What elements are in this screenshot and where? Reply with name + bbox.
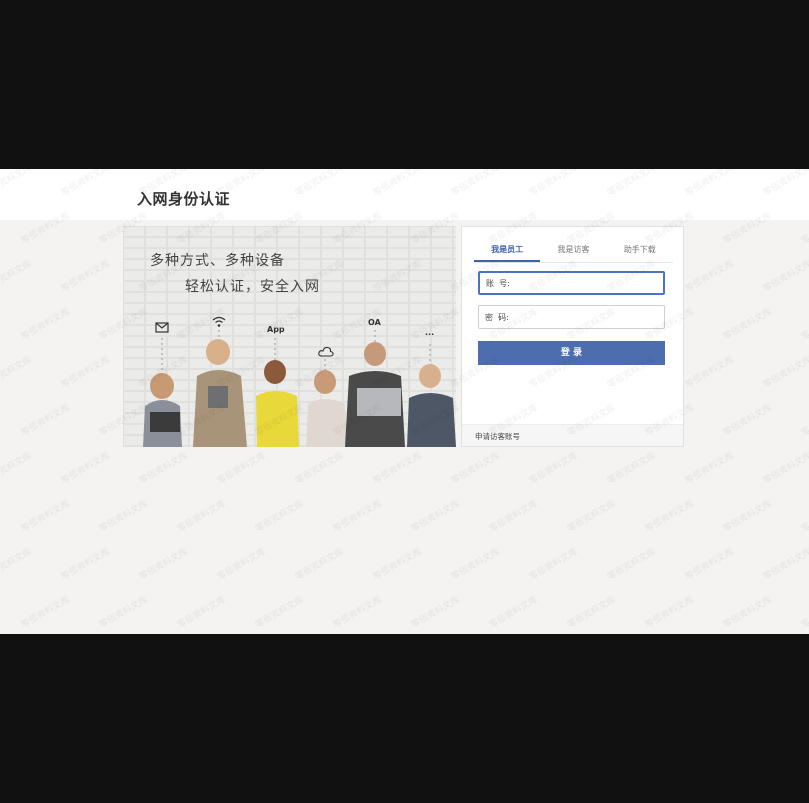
watermark-text: 零佰资料文库 [59, 546, 112, 583]
oa-label: OA [368, 318, 381, 327]
watermark-text: 零佰资料文库 [371, 546, 424, 583]
watermark-text: 零佰资料文库 [19, 594, 72, 631]
watermark-text: 零佰资料文库 [799, 594, 809, 631]
watermark-text: 零佰资料文库 [409, 594, 462, 631]
header: 入网身份认证 [0, 169, 809, 220]
watermark-text: 零佰资料文库 [605, 450, 658, 487]
watermark-text: 零佰资料文库 [409, 498, 462, 535]
wifi-icon [212, 316, 226, 327]
watermark-text: 零佰资料文库 [215, 450, 268, 487]
watermark-text: 零佰资料文库 [175, 498, 228, 535]
watermark-text: 零佰资料文库 [721, 498, 774, 535]
watermark-text: 零佰资料文库 [59, 450, 112, 487]
watermark-text: 零佰资料文库 [683, 258, 736, 295]
watermark-text: 零佰资料文库 [97, 498, 150, 535]
watermark-text: 零佰资料文库 [643, 594, 696, 631]
screenshot-frame: 入网身份认证 多种方式、多种设备 轻松认证，安全入网 App OA ··· 我是… [0, 169, 809, 634]
watermark-text: 零佰资料文库 [799, 402, 809, 439]
account-input[interactable] [509, 273, 663, 293]
tab-visitor[interactable]: 我是访客 [540, 241, 606, 262]
watermark-text: 零佰资料文库 [683, 450, 736, 487]
watermark-text: 零佰资料文库 [19, 498, 72, 535]
more-label: ··· [425, 330, 435, 339]
watermark-text: 零佰资料文库 [59, 258, 112, 295]
password-input[interactable] [508, 306, 664, 328]
login-panel-footer: 申请访客账号 [462, 424, 683, 446]
watermark-text: 零佰资料文库 [253, 594, 306, 631]
watermark-text: 零佰资料文库 [565, 594, 618, 631]
hero-slogan-line1: 多种方式、多种设备 [150, 253, 285, 269]
watermark-text: 零佰资料文库 [253, 498, 306, 535]
hero-slogan-line2: 轻松认证，安全入网 [185, 279, 320, 295]
watermark-text: 零佰资料文库 [293, 450, 346, 487]
watermark-text: 零佰资料文库 [761, 546, 809, 583]
tab-download-assistant[interactable]: 助手下载 [607, 241, 673, 262]
watermark-text: 零佰资料文库 [215, 546, 268, 583]
watermark-text: 零佰资料文库 [0, 258, 34, 295]
watermark-text: 零佰资料文库 [449, 546, 502, 583]
app-label: App [267, 325, 285, 334]
watermark-text: 零佰资料文库 [293, 546, 346, 583]
watermark-text: 零佰资料文库 [799, 498, 809, 535]
watermark-text: 零佰资料文库 [97, 594, 150, 631]
hero-banner: 多种方式、多种设备 轻松认证，安全入网 App OA ··· [123, 226, 456, 447]
watermark-text: 零佰资料文库 [527, 450, 580, 487]
watermark-text: 零佰资料文库 [643, 498, 696, 535]
page-title: 入网身份认证 [137, 190, 231, 208]
watermark-text: 零佰资料文库 [683, 546, 736, 583]
watermark-text: 零佰资料文库 [761, 258, 809, 295]
cloud-icon [318, 346, 334, 357]
watermark-text: 零佰资料文库 [799, 306, 809, 343]
watermark-text: 零佰资料文库 [721, 402, 774, 439]
login-button[interactable]: 登 录 [478, 341, 665, 365]
watermark-text: 零佰资料文库 [331, 498, 384, 535]
watermark-text: 零佰资料文库 [0, 354, 34, 391]
watermark-text: 零佰资料文库 [331, 594, 384, 631]
watermark-text: 零佰资料文库 [175, 594, 228, 631]
watermark-text: 零佰资料文库 [683, 354, 736, 391]
watermark-text: 零佰资料文库 [761, 354, 809, 391]
watermark-text: 零佰资料文库 [0, 546, 34, 583]
watermark-text: 零佰资料文库 [137, 450, 190, 487]
watermark-text: 零佰资料文库 [721, 594, 774, 631]
watermark-text: 零佰资料文库 [0, 450, 34, 487]
account-label: 账 号: [486, 278, 510, 288]
watermark-text: 零佰资料文库 [371, 450, 424, 487]
watermark-text: 零佰资料文库 [605, 546, 658, 583]
watermark-text: 零佰资料文库 [721, 306, 774, 343]
watermark-text: 零佰资料文库 [565, 498, 618, 535]
password-field[interactable]: 密 码: [478, 305, 665, 329]
login-tabs: 我是员工 我是访客 助手下载 [474, 241, 673, 263]
watermark-text: 零佰资料文库 [137, 546, 190, 583]
login-panel: 我是员工 我是访客 助手下载 账 号: 密 码: 登 录 申请访客账号 [461, 226, 684, 447]
watermark-text: 零佰资料文库 [449, 450, 502, 487]
watermark-text: 零佰资料文库 [487, 594, 540, 631]
mail-icon [155, 322, 169, 333]
watermark-text: 零佰资料文库 [487, 498, 540, 535]
watermark-text: 零佰资料文库 [19, 402, 72, 439]
apply-visitor-account-link[interactable]: 申请访客账号 [475, 431, 520, 442]
watermark-text: 零佰资料文库 [761, 450, 809, 487]
password-label: 密 码: [485, 312, 509, 322]
watermark-text: 零佰资料文库 [59, 354, 112, 391]
account-field[interactable]: 账 号: [478, 271, 665, 295]
watermark-text: 零佰资料文库 [527, 546, 580, 583]
watermark-text: 零佰资料文库 [19, 306, 72, 343]
tab-employee[interactable]: 我是员工 [474, 241, 541, 262]
